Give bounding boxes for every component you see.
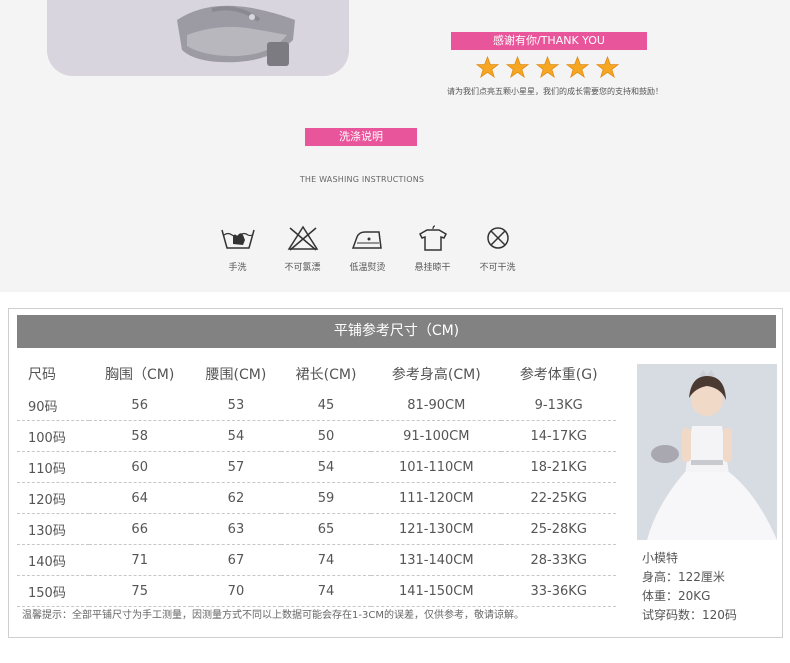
table-cell: 64	[88, 482, 191, 514]
table-cell: 53	[190, 390, 281, 421]
table-cell: 58	[88, 420, 191, 452]
table-cell: 70	[190, 575, 281, 607]
column-header: 腰围(CM)	[205, 366, 267, 383]
table-cell: 101-110CM	[371, 451, 502, 483]
table-cell: 62	[190, 482, 281, 514]
table-cell: 54	[281, 451, 372, 483]
table-cell: 33-36KG	[501, 575, 616, 607]
hang-dry-icon	[418, 225, 447, 251]
table-cell: 22-25KG	[501, 482, 616, 514]
table-cell: 75	[88, 575, 191, 607]
no-tumble-dry-icon	[486, 227, 509, 249]
table-cell: 120码	[17, 482, 89, 514]
washing-icons: 手洗 不可氯漂 低温熨烫 悬挂晾干 不可干洗	[205, 224, 530, 273]
shoe-photo	[47, 0, 349, 76]
wash-item-hang-dry: 悬挂晾干	[400, 224, 465, 273]
wash-item-no-bleach: 不可氯漂	[270, 224, 335, 273]
table-cell: 54	[190, 420, 281, 452]
star-icon	[566, 56, 589, 79]
table-cell: 100码	[17, 420, 89, 452]
table-cell: 140码	[17, 544, 89, 576]
measurement-note: 温馨提示：全部平铺尺寸为手工测量，因测量方式不同以上数据可能会存在1-3CM的误…	[22, 610, 524, 621]
washing-banner: 洗涤说明	[305, 128, 417, 146]
table-cell: 25-28KG	[501, 513, 616, 545]
wash-item-low-iron: 低温熨烫	[335, 224, 400, 273]
table-row: 110码 60 57 54 101-110CM 18-21KG	[17, 451, 616, 483]
model-info: 小模特 身高：122厘米 体重：20KG 试穿码数：120码	[642, 549, 737, 625]
table-cell: 60	[88, 451, 191, 483]
wash-label: 低温熨烫	[349, 263, 386, 273]
rating-request-text: 请为我们点亮五颗小星星，我们的成长需要您的支持和鼓励！	[447, 87, 663, 96]
table-row: 90码 56 53 45 81-90CM 9-13KG	[17, 390, 616, 421]
model-label: 小模特	[642, 551, 679, 565]
wash-label: 不可氯漂	[284, 263, 321, 273]
table-cell: 74	[281, 544, 372, 576]
column-header: 裙长(CM)	[295, 366, 357, 383]
no-bleach-icon	[287, 225, 318, 251]
table-cell: 59	[281, 482, 372, 514]
table-cell: 65	[281, 513, 372, 545]
size-table: 尺码 胸围（CM) 腰围(CM) 裙长(CM) 参考身高(CM) 参考体重(G)…	[17, 357, 616, 607]
wash-label: 不可干洗	[479, 263, 516, 273]
table-cell: 121-130CM	[371, 513, 502, 545]
table-cell: 67	[190, 544, 281, 576]
model-size: 试穿码数：120码	[642, 608, 737, 622]
table-cell: 141-150CM	[371, 575, 502, 607]
table-cell: 56	[88, 390, 191, 421]
table-cell: 45	[281, 390, 372, 421]
table-row: 140码 71 67 74 131-140CM 28-33KG	[17, 544, 616, 576]
table-cell: 57	[190, 451, 281, 483]
column-header: 胸围（CM)	[105, 366, 175, 383]
table-cell: 66	[88, 513, 191, 545]
table-cell: 91-100CM	[371, 420, 502, 452]
rating-stars	[476, 56, 626, 79]
table-row: 120码 64 62 59 111-120CM 22-25KG	[17, 482, 616, 514]
star-icon	[476, 56, 499, 79]
column-header: 参考身高(CM)	[391, 366, 481, 383]
low-iron-icon	[351, 231, 382, 249]
table-row: 130码 66 63 65 121-130CM 25-28KG	[17, 513, 616, 545]
table-cell: 14-17KG	[501, 420, 616, 452]
table-cell: 131-140CM	[371, 544, 502, 576]
model-height: 身高：122厘米	[642, 570, 725, 584]
table-cell: 81-90CM	[371, 390, 502, 421]
table-cell: 71	[88, 544, 191, 576]
star-icon	[506, 56, 529, 79]
table-cell: 50	[281, 420, 372, 452]
table-cell: 150码	[17, 575, 89, 607]
table-cell: 9-13KG	[501, 390, 616, 421]
table-cell: 28-33KG	[501, 544, 616, 576]
washing-subtitle: THE WASHING INSTRUCTIONS	[299, 175, 425, 184]
wash-item-hand-wash: 手洗	[205, 224, 270, 273]
hand-wash-icon	[220, 229, 255, 249]
table-row: 100码 58 54 50 91-100CM 14-17KG	[17, 420, 616, 452]
size-table-title: 平铺参考尺寸（CM)	[17, 315, 776, 348]
column-header: 尺码	[28, 366, 56, 383]
thank-you-banner: 感谢有你/THANK YOU	[451, 32, 647, 50]
table-cell: 130码	[17, 513, 89, 545]
column-header: 参考体重(G)	[519, 366, 598, 383]
model-weight: 体重：20KG	[642, 589, 711, 603]
table-cell: 18-21KG	[501, 451, 616, 483]
table-header-row: 尺码 胸围（CM) 腰围(CM) 裙长(CM) 参考身高(CM) 参考体重(G)	[17, 357, 616, 390]
table-cell: 63	[190, 513, 281, 545]
wash-item-no-tumble-dry: 不可干洗	[465, 224, 530, 273]
table-row: 150码 75 70 74 141-150CM 33-36KG	[17, 575, 616, 607]
star-icon	[536, 56, 559, 79]
table-cell: 111-120CM	[371, 482, 502, 514]
table-cell: 74	[281, 575, 372, 607]
top-section: 感谢有你/THANK YOU 请为我们点亮五颗小星星，我们的成长需要您的支持和鼓…	[0, 0, 790, 292]
model-photo	[637, 364, 777, 540]
wash-label: 手洗	[228, 263, 247, 273]
star-icon	[596, 56, 619, 79]
table-cell: 110码	[17, 451, 89, 483]
table-cell: 90码	[17, 390, 89, 421]
wash-label: 悬挂晾干	[414, 263, 451, 273]
